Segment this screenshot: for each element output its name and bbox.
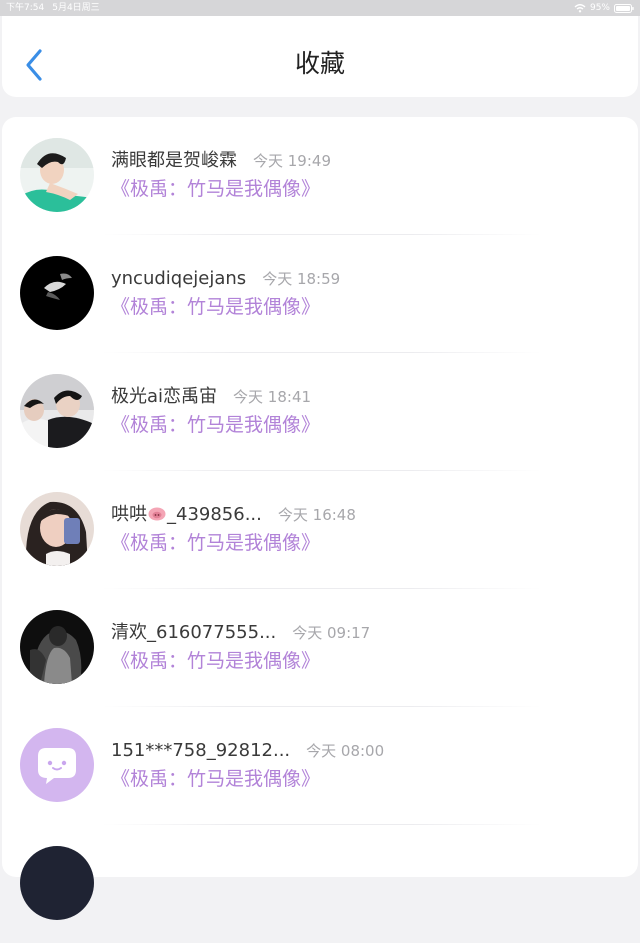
username: yncudiqejejans (111, 268, 247, 289)
username: 满眼都是贺峻霖 (111, 150, 237, 171)
favorite-row[interactable] (2, 825, 638, 943)
story-title: 《极禹：竹马是我偶像》 (111, 296, 321, 318)
favorites-list: 满眼都是贺峻霖 今天 19:49 《极禹：竹马是我偶像》 yncudiqejeja… (2, 117, 638, 920)
pig-face-icon (148, 507, 166, 521)
row-name: 极光ai恋禹宙 今天 18:41 (111, 385, 311, 409)
row-name: 151***758_92812... 今天 08:00 (111, 739, 384, 763)
chat-bubble-face-icon (20, 728, 94, 802)
story-title: 《极禹：竹马是我偶像》 (111, 650, 321, 672)
favorite-row[interactable]: 哄哄 _439856... 今天 16:48 《极禹：竹马是我偶像》 (2, 471, 638, 589)
row-name: 满眼都是贺峻霖 今天 19:49 (111, 149, 331, 173)
username: 151***758_92812... (111, 740, 291, 761)
timestamp: 今天 09:17 (292, 624, 371, 642)
status-date: 5月4日周三 (52, 3, 100, 13)
story-title: 《极禹：竹马是我偶像》 (111, 532, 321, 554)
username: 清欢_616077555... (111, 622, 277, 643)
battery-percent: 95% (589, 3, 610, 13)
favorite-row[interactable]: yncudiqejejans 今天 18:59 《极禹：竹马是我偶像》 (2, 235, 638, 353)
avatar (20, 492, 94, 566)
page-title: 收藏 (294, 49, 345, 78)
avatar (20, 610, 94, 684)
timestamp: 今天 18:41 (233, 388, 312, 406)
header-bar: 收藏 (2, 16, 638, 97)
timestamp: 今天 19:49 (253, 152, 331, 170)
avatar (20, 846, 94, 920)
timestamp: 今天 08:00 (306, 742, 385, 760)
favorite-row[interactable]: 清欢_616077555... 今天 09:17 《极禹：竹马是我偶像》 (2, 589, 638, 707)
status-left: 下午7:54 5月4日周三 (6, 0, 108, 16)
favorite-row[interactable]: 满眼都是贺峻霖 今天 19:49 《极禹：竹马是我偶像》 (2, 117, 638, 235)
avatar (20, 138, 94, 212)
username-suffix: _439856... (167, 504, 262, 525)
status-time: 下午7:54 (6, 3, 45, 13)
favorite-row[interactable]: 极光ai恋禹宙 今天 18:41 《极禹：竹马是我偶像》 (2, 353, 638, 471)
avatar (20, 728, 94, 802)
username-prefix: 哄哄 (111, 504, 147, 525)
avatar (20, 256, 94, 330)
story-title: 《极禹：竹马是我偶像》 (111, 768, 321, 790)
avatar (20, 374, 94, 448)
status-right: 95% (574, 0, 634, 16)
timestamp: 今天 18:59 (262, 270, 341, 288)
row-name: 清欢_616077555... 今天 09:17 (111, 621, 370, 645)
timestamp: 今天 16:48 (277, 506, 356, 524)
row-name: 哄哄 _439856... 今天 16:48 (111, 503, 356, 527)
story-title: 《极禹：竹马是我偶像》 (111, 414, 321, 436)
wifi-icon (574, 4, 586, 13)
battery-icon (614, 3, 634, 13)
row-name: yncudiqejejans 今天 18:59 (111, 267, 340, 291)
favorite-row[interactable]: 151***758_92812... 今天 08:00 《极禹：竹马是我偶像》 (2, 707, 638, 825)
username: 极光ai恋禹宙 (111, 386, 218, 407)
status-bar: 下午7:54 5月4日周三 95% (0, 0, 640, 16)
story-title: 《极禹：竹马是我偶像》 (111, 178, 321, 200)
